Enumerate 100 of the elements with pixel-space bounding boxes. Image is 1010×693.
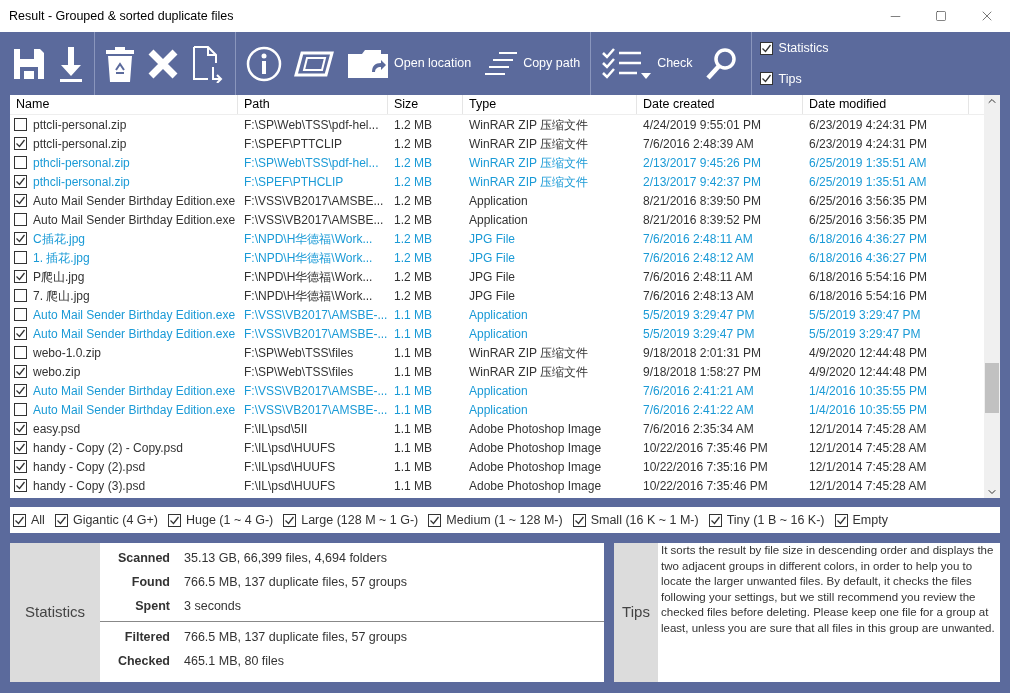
table-row[interactable]: Auto Mail Sender Birthday Edition.exe F:\VSS\VB2017\AMSBE... 1.2 MB Application 8/21/2016 8:39:52 PM 6/25/2016 3:56:35 PM [10, 210, 984, 229]
table-cell-text: 7/6/2016 2:35:34 AM [643, 420, 754, 438]
checkbox[interactable] [14, 213, 27, 226]
table-cell-text: F:\SPEF\PTHCLIP [244, 173, 344, 191]
filter-label[interactable]: Large (128 M ~ 1 G-) [301, 510, 419, 530]
table-row[interactable]: handy - Copy (2) - Copy.psd F:\IL\psd\HUUFS 1.1 MB Adobe Photoshop Image 10/22/2016 7:35:46 PM 12/1/2014 7:45:28 AM [10, 438, 984, 457]
toggle-label[interactable]: Statistics [778, 38, 829, 58]
checkbox[interactable] [14, 308, 27, 321]
table-cell-text: Adobe Photoshop Image [469, 477, 602, 495]
tips-text: It sorts the result by file size in descending order and displays the two adjacent groups in different colors, in order to help you to locate the larger unwanted files. By default, it checks the files following your settings, but we still recommend you review the checked files before deleting. Please keep one file for a group at least, unless you are sure that all files in this group are unwanted. [660, 543, 996, 636]
stat-label: Checked [116, 652, 170, 670]
toolbar-button[interactable]: Open location [340, 40, 478, 87]
table-row[interactable]: 7. 爬山.jpg F:\NPD\H华德福\Work... 1.2 MB JPG File 7/6/2016 2:48:13 AM 6/18/2016 5:54:16 PM [10, 286, 984, 305]
table-cell-text: 8/21/2016 8:39:52 PM [643, 211, 762, 229]
table-cell-text: 7/6/2016 2:41:21 AM [643, 382, 754, 400]
checkbox[interactable] [168, 513, 181, 527]
checkbox[interactable] [14, 365, 27, 378]
stat-value: 766.5 MB, 137 duplicate files, 57 groups [183, 628, 408, 646]
table-cell-text: 1/4/2016 10:35:55 PM [809, 382, 928, 400]
column-header[interactable]: Size [388, 95, 463, 114]
toggle-label[interactable]: Tips [778, 69, 802, 89]
scrollbar[interactable] [984, 95, 1000, 498]
table-cell-text: 5/5/2019 3:29:47 PM [643, 325, 755, 343]
document-arrow-icon [191, 44, 225, 83]
checkbox[interactable] [834, 513, 848, 527]
table-cell-text: 1.2 MB [394, 154, 432, 172]
table-cell-text: webo-1.0.zip [33, 344, 102, 362]
checkbox[interactable] [14, 460, 27, 473]
table-cell-text: 1.2 MB [394, 116, 432, 134]
filter-label[interactable]: All [31, 510, 45, 530]
checkbox[interactable] [14, 251, 27, 264]
table-row[interactable]: handy - Copy (2).psd F:\IL\psd\HUUFS 1.1 MB Adobe Photoshop Image 10/22/2016 7:35:16 PM 12/1/2014 7:45:28 AM [10, 457, 984, 476]
table-cell-text: 7. 爬山.jpg [33, 287, 90, 305]
table-cell-text: 7/6/2016 2:48:12 AM [643, 249, 754, 267]
table-cell-text: pthcli-personal.zip [33, 173, 130, 191]
filter-label[interactable]: Empty [852, 510, 888, 530]
table-row[interactable]: Auto Mail Sender Birthday Edition.exe F:\VSS\VB2017\AMSBE... 1.2 MB Application 8/21/2016 8:39:50 PM 6/25/2016 3:56:35 PM [10, 191, 984, 210]
checkbox[interactable] [14, 289, 27, 302]
toolbar-button[interactable]: Copy path [477, 40, 587, 87]
table-row[interactable]: pttcli-personal.zip F:\SP\Web\TSS\pdf-hel... 1.2 MB WinRAR ZIP 压缩文件 4/24/2019 9:55:01 PM 6/23/2019 4:24:31 PM [10, 115, 984, 134]
filter-label[interactable]: Gigantic (4 G+) [72, 510, 158, 530]
table-cell-text: 1.2 MB [394, 249, 432, 267]
table-cell-text: 7/6/2016 2:48:11 AM [643, 268, 753, 286]
checkbox[interactable] [14, 118, 27, 131]
column-header[interactable]: Date created [637, 95, 803, 114]
column-header[interactable]: Name [10, 95, 238, 114]
toolbar-button[interactable]: Check [595, 40, 699, 87]
table-cell-text: webo.zip [33, 363, 81, 381]
table-cell-text: Adobe Photoshop Image [469, 439, 602, 457]
checkbox[interactable] [759, 72, 773, 86]
checkbox[interactable] [14, 479, 27, 492]
checkbox[interactable] [14, 270, 27, 283]
table-cell-text: F:\NPD\H华德福\Work... [244, 230, 373, 248]
checkbox[interactable] [54, 513, 68, 527]
table-cell-text: 12/1/2014 7:45:28 AM [809, 439, 927, 457]
table-cell-text: 5/5/2019 3:29:47 PM [643, 306, 755, 324]
table-cell-text: 6/18/2016 5:54:16 PM [809, 268, 928, 286]
table-cell-text: 5/5/2019 3:29:47 PM [809, 325, 921, 343]
table-cell-text: WinRAR ZIP 压缩文件 [469, 344, 589, 362]
checkbox[interactable] [428, 513, 442, 527]
checkbox[interactable] [14, 441, 27, 454]
stat-value: 35.13 GB, 66,399 files, 4,694 folders [183, 549, 387, 567]
table-row[interactable]: P爬山.jpg F:\NPD\H华德福\Work... 1.2 MB JPG File 7/6/2016 2:48:11 AM 6/18/2016 5:54:16 PM [10, 267, 984, 286]
column-header[interactable]: Date modified [803, 95, 969, 114]
table-cell-text: WinRAR ZIP 压缩文件 [469, 154, 589, 172]
checkbox[interactable] [14, 156, 27, 169]
checkbox[interactable] [283, 513, 297, 527]
table-row[interactable]: easy.psd F:\IL\psd\5II 1.1 MB Adobe Photoshop Image 7/6/2016 2:35:34 AM 12/1/2014 7:45:28 AM [10, 419, 984, 438]
checkbox[interactable] [13, 513, 26, 527]
table-cell-text: 6/18/2016 4:36:27 PM [809, 230, 928, 248]
checkbox[interactable] [14, 384, 27, 397]
filter-label[interactable]: Small (16 K ~ 1 M-) [590, 510, 699, 530]
stat-label: Found [130, 573, 170, 591]
checkbox[interactable] [14, 403, 27, 416]
filter-label[interactable]: Medium (1 ~ 128 M-) [446, 510, 563, 530]
table-cell-text: 7/6/2016 2:48:39 AM [643, 135, 754, 153]
checkbox[interactable] [14, 422, 27, 435]
checkbox[interactable] [14, 194, 27, 207]
scroll-thumb[interactable] [985, 363, 999, 413]
frame-icon [294, 50, 334, 77]
checkbox[interactable] [14, 232, 27, 245]
table-row[interactable]: handy - Copy (3).psd F:\IL\psd\HUUFS 1.1 MB Adobe Photoshop Image 10/22/2016 7:35:46 PM 12/1/2014 7:45:28 AM [10, 476, 984, 495]
table-cell-text: WinRAR ZIP 压缩文件 [469, 116, 589, 134]
checkbox[interactable] [14, 175, 27, 188]
checkbox[interactable] [14, 327, 27, 340]
column-header[interactable]: Path [238, 95, 388, 114]
checkbox[interactable] [759, 41, 773, 55]
checkbox[interactable] [14, 137, 27, 150]
checkbox[interactable] [572, 513, 586, 527]
table-cell-text: F:\IL\psd\HUUFS [244, 458, 336, 476]
table-cell-text: 1.2 MB [394, 287, 432, 305]
table-cell-text: Auto Mail Sender Birthday Edition.exe [33, 382, 236, 400]
filter-label[interactable]: Huge (1 ~ 4 G-) [186, 510, 274, 530]
table-row[interactable]: webo-1.0.zip F:\SP\Web\TSS\files 1.1 MB WinRAR ZIP 压缩文件 9/18/2018 2:01:31 PM 4/9/2020 12:44:48 PM [10, 343, 984, 362]
table-row[interactable]: pttcli-personal.zip F:\SPEF\PTTCLIP 1.2 MB WinRAR ZIP 压缩文件 7/6/2016 2:48:39 AM 6/23/2019 4:24:31 PM [10, 134, 984, 153]
checkbox[interactable] [708, 513, 722, 527]
table-row[interactable]: webo.zip F:\SP\Web\TSS\files 1.1 MB WinRAR ZIP 压缩文件 9/18/2018 1:58:27 PM 4/9/2020 12:44:48 PM [10, 362, 984, 381]
column-header[interactable]: Type [463, 95, 637, 114]
filter-label[interactable]: Tiny (1 B ~ 16 K-) [726, 510, 825, 530]
checkbox[interactable] [14, 346, 27, 359]
